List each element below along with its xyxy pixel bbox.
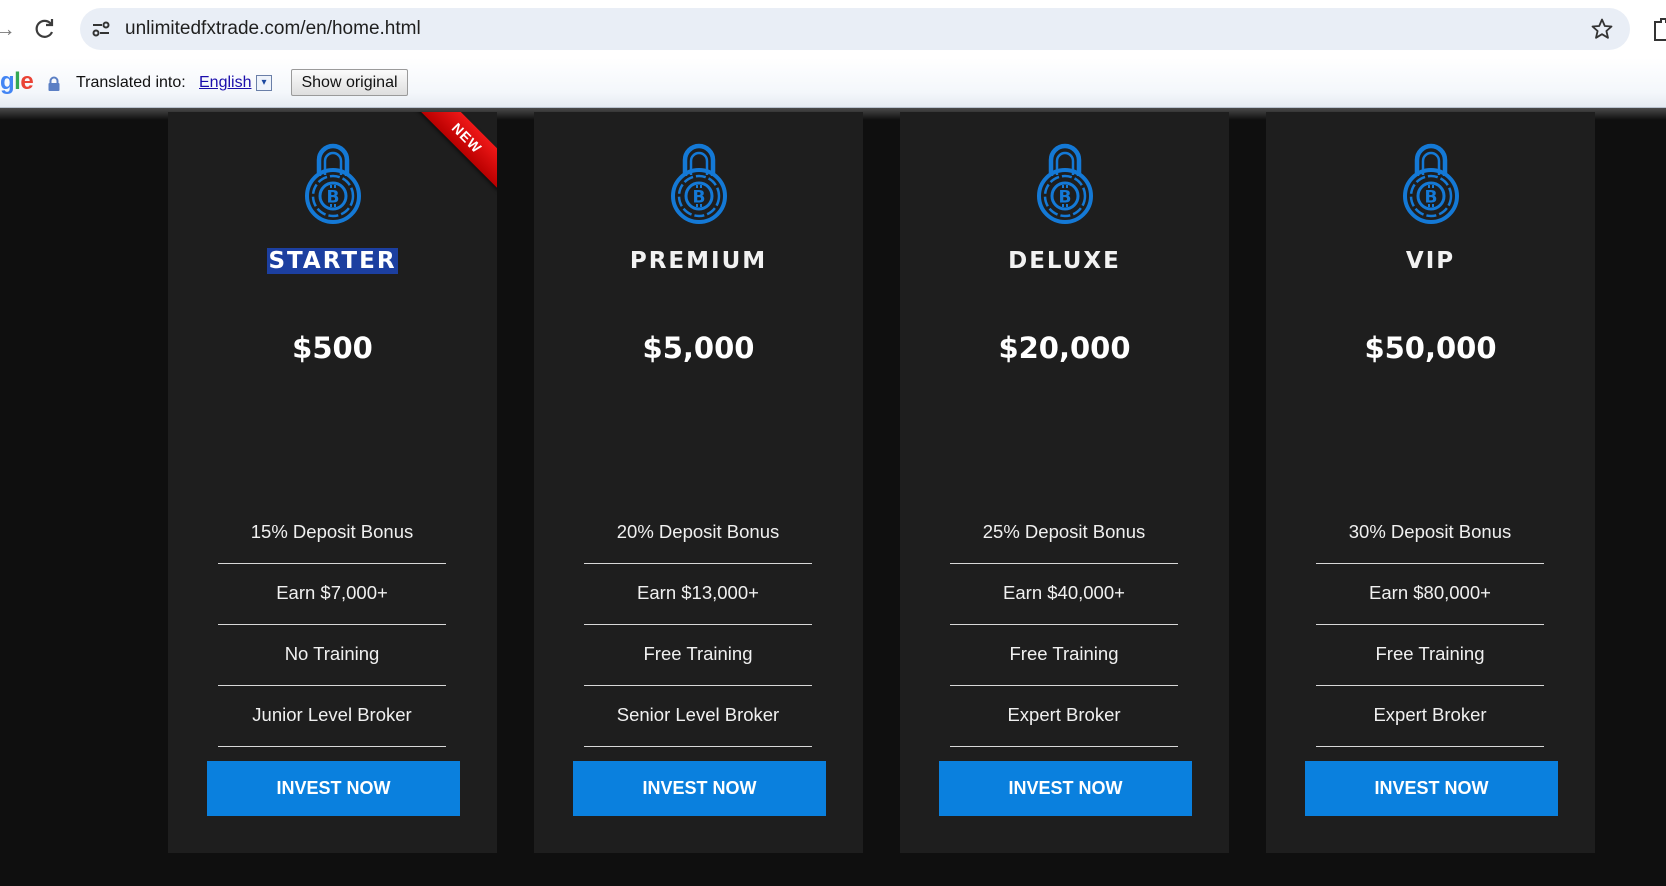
- plan-price: $50,000: [1364, 331, 1497, 365]
- feature-item: Earn $80,000+: [1316, 564, 1544, 625]
- feature-item: Free Training: [584, 625, 812, 686]
- reload-icon[interactable]: [30, 15, 60, 43]
- plan-title-text: VIP: [1405, 248, 1456, 274]
- translate-bar: gle Translated into: English ▾ Show orig…: [0, 58, 1666, 108]
- bitcoin-padlock-icon: [1400, 142, 1462, 224]
- new-ribbon: NEW: [414, 112, 497, 191]
- plan-card-deluxe: DELUXE $20,000 25% Deposit Bonus Earn $4…: [900, 112, 1229, 853]
- plan-title-text: PREMIUM: [629, 248, 768, 274]
- address-bar[interactable]: unlimitedfxtrade.com/en/home.html: [80, 8, 1630, 50]
- bitcoin-padlock-icon: [1034, 142, 1096, 224]
- extensions-icon[interactable]: [1652, 16, 1666, 42]
- feature-item: Free Training: [950, 625, 1178, 686]
- bitcoin-padlock-icon: [668, 142, 730, 224]
- plan-title: DELUXE: [900, 246, 1229, 276]
- site-info-icon[interactable]: [90, 18, 112, 40]
- feature-item: Senior Level Broker: [584, 686, 812, 747]
- language-dropdown-icon[interactable]: ▾: [256, 75, 272, 91]
- invest-now-button[interactable]: INVEST NOW: [939, 761, 1192, 816]
- target-language-link[interactable]: English: [199, 72, 251, 94]
- translated-into-label: Translated into:: [76, 74, 186, 91]
- feature-item: Junior Level Broker: [218, 686, 446, 747]
- plan-title-text: DELUXE: [1008, 248, 1121, 274]
- forward-arrow-icon[interactable]: →: [0, 15, 16, 43]
- feature-item: 25% Deposit Bonus: [950, 503, 1178, 564]
- feature-item: Earn $7,000+: [218, 564, 446, 625]
- plan-card-premium: PREMIUM $5,000 20% Deposit Bonus Earn $1…: [534, 112, 863, 853]
- feature-item: Earn $13,000+: [584, 564, 812, 625]
- browser-toolbar: → unlimitedfxtrade.com/en/home.html: [0, 0, 1666, 58]
- url-text[interactable]: unlimitedfxtrade.com/en/home.html: [125, 18, 421, 40]
- plan-title-text: STARTER: [267, 248, 398, 274]
- feature-item: Expert Broker: [950, 686, 1178, 747]
- invest-now-button[interactable]: INVEST NOW: [1305, 761, 1558, 816]
- plan-price: $5,000: [642, 331, 755, 365]
- invest-now-button[interactable]: INVEST NOW: [573, 761, 826, 816]
- plan-title: STARTER: [168, 246, 497, 276]
- feature-item: 15% Deposit Bonus: [218, 503, 446, 564]
- feature-item: No Training: [218, 625, 446, 686]
- feature-item: Free Training: [1316, 625, 1544, 686]
- google-logo: gle: [0, 68, 34, 95]
- feature-item: 30% Deposit Bonus: [1316, 503, 1544, 564]
- plan-card-vip: VIP $50,000 30% Deposit Bonus Earn $80,0…: [1266, 112, 1595, 853]
- lock-icon: [47, 76, 61, 92]
- plan-card-starter: NEW STARTER $500 15% Deposit Bonus Earn …: [168, 112, 497, 853]
- show-original-button[interactable]: Show original: [291, 69, 408, 96]
- feature-item: 20% Deposit Bonus: [584, 503, 812, 564]
- bookmark-star-icon[interactable]: [1590, 17, 1614, 41]
- feature-item: Expert Broker: [1316, 686, 1544, 747]
- feature-item: Earn $40,000+: [950, 564, 1178, 625]
- plan-price: $20,000: [998, 331, 1131, 365]
- plan-title: VIP: [1266, 246, 1595, 276]
- invest-now-button[interactable]: INVEST NOW: [207, 761, 460, 816]
- plan-price: $500: [292, 331, 373, 365]
- plan-title: PREMIUM: [534, 246, 863, 276]
- bitcoin-padlock-icon: [302, 142, 364, 224]
